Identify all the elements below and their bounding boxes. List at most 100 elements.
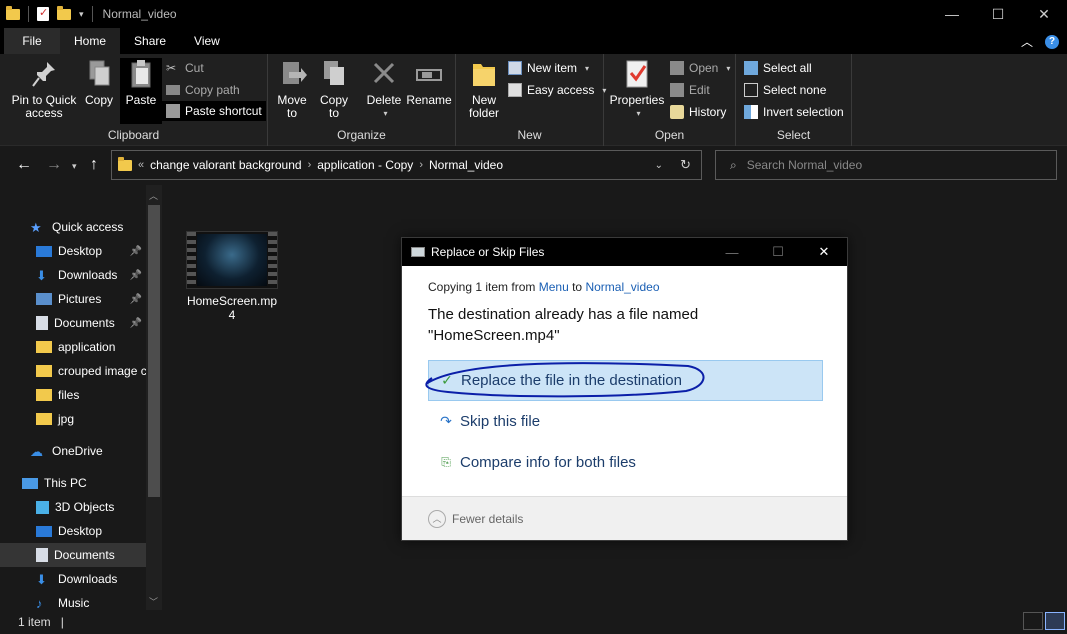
compare-option[interactable]: ⎘ Compare info for both files: [428, 442, 823, 483]
sidebar-item-label: Quick access: [52, 220, 124, 234]
sidebar-item[interactable]: ☁ OneDrive: [0, 439, 146, 463]
overflow-icon[interactable]: «: [138, 159, 144, 171]
move-to-label-line2: to: [286, 106, 297, 120]
breadcrumb-2[interactable]: Normal_video: [429, 158, 503, 172]
open-dropdown-icon: ▾: [726, 63, 731, 73]
pin-to-quick-access-button[interactable]: Pin to Quick access: [10, 58, 78, 120]
sidebar-item[interactable]: Desktop: [0, 519, 146, 543]
move-to-button[interactable]: Move to: [274, 58, 310, 120]
select-all-label: Select all: [763, 61, 812, 75]
dialog-maximize-button[interactable]: ☐: [755, 238, 801, 266]
paste-shortcut-label: Paste shortcut: [185, 104, 262, 118]
chevron-up-icon[interactable]: ︿: [428, 509, 446, 528]
organize-group-label: Organize: [337, 128, 386, 142]
address-dropdown-icon[interactable]: ⌄: [655, 160, 663, 171]
tab-file[interactable]: File: [4, 28, 60, 54]
customize-toolbar-icon[interactable]: ▾: [79, 9, 84, 20]
breadcrumb-0[interactable]: change valorant background: [150, 158, 301, 172]
minimize-button[interactable]: —: [929, 0, 975, 28]
skip-option[interactable]: ↷ Skip this file: [428, 401, 823, 442]
up-arrow-icon[interactable]: ↑: [90, 156, 98, 174]
scrollbar-thumb[interactable]: [148, 205, 160, 497]
refresh-icon[interactable]: ↻: [680, 157, 691, 173]
copy-to-button[interactable]: Copy to: [316, 58, 352, 120]
cube-icon: [36, 500, 49, 514]
edit-label: Edit: [689, 83, 710, 97]
open-group-label: Open: [654, 128, 685, 142]
search-icon: ⌕: [730, 157, 737, 172]
new-item-button[interactable]: New item ▾: [508, 58, 589, 78]
paste-button[interactable]: Paste: [120, 58, 162, 124]
quick-access-toolbar: ▾: [0, 5, 93, 22]
folder-icon: [36, 365, 52, 377]
address-bar[interactable]: « change valorant background › applicati…: [111, 150, 702, 180]
edit-button[interactable]: Edit: [670, 80, 710, 100]
navigation-scrollbar[interactable]: ︿ ﹀: [146, 185, 162, 610]
breadcrumb-1[interactable]: application - Copy: [317, 158, 413, 172]
sidebar-item[interactable]: This PC: [0, 471, 146, 495]
destination-link[interactable]: Normal_video: [585, 280, 659, 294]
sidebar-item[interactable]: files: [0, 383, 146, 407]
sidebar-item[interactable]: Desktop 📌: [0, 239, 146, 263]
copy-button[interactable]: Copy: [82, 58, 116, 107]
chevron-right-icon[interactable]: ›: [419, 159, 423, 171]
sidebar-item[interactable]: application: [0, 335, 146, 359]
close-button[interactable]: ✕: [1021, 0, 1067, 28]
select-all-button[interactable]: Select all: [744, 58, 812, 78]
organize-group: Move to Copy to Delete ▾ Rename Organize: [268, 54, 456, 146]
rename-button[interactable]: Rename: [406, 58, 452, 107]
delete-icon: [369, 58, 399, 90]
select-none-button[interactable]: Select none: [744, 80, 826, 100]
replace-option[interactable]: ✓ Replace the file in the destination: [428, 360, 823, 401]
copy-path-button[interactable]: Copy path: [166, 80, 240, 100]
invert-selection-label: Invert selection: [763, 105, 844, 119]
history-button[interactable]: History: [670, 102, 726, 122]
dialog-minimize-button[interactable]: —: [709, 238, 755, 266]
sidebar-item[interactable]: ⬇ Downloads 📌: [0, 263, 146, 287]
sidebar-item[interactable]: Documents 📌: [0, 311, 146, 335]
sidebar-item[interactable]: ⬇ Downloads: [0, 567, 146, 591]
sidebar-item[interactable]: 3D Objects: [0, 495, 146, 519]
open-group: Properties ▾ Open ▾ Edit History Open: [604, 54, 736, 146]
large-icons-view-icon[interactable]: [1045, 612, 1065, 630]
search-input[interactable]: ⌕ Search Normal_video: [715, 150, 1057, 180]
delete-button[interactable]: Delete ▾: [364, 58, 404, 120]
sidebar-item[interactable]: Pictures 📌: [0, 287, 146, 311]
back-arrow-icon[interactable]: ←: [16, 156, 32, 174]
details-view-icon[interactable]: [1023, 612, 1043, 630]
new-folder-icon[interactable]: [57, 5, 71, 20]
easy-access-label: Easy access: [527, 83, 595, 97]
help-icon[interactable]: ?: [1045, 34, 1059, 49]
invert-selection-button[interactable]: Invert selection: [744, 102, 844, 122]
scroll-down-icon[interactable]: ﹀: [149, 595, 158, 608]
tab-view[interactable]: View: [180, 28, 234, 54]
tab-share[interactable]: Share: [120, 28, 180, 54]
source-link[interactable]: Menu: [539, 280, 569, 294]
sidebar-item[interactable]: crouped image c: [0, 359, 146, 383]
maximize-button[interactable]: ☐: [975, 0, 1021, 28]
chevron-right-icon[interactable]: ›: [308, 159, 312, 171]
new-folder-button[interactable]: New folder: [462, 58, 506, 120]
sidebar-item[interactable]: jpg: [0, 407, 146, 431]
paste-shortcut-button[interactable]: Paste shortcut: [162, 101, 266, 121]
forward-arrow-icon[interactable]: →: [46, 156, 62, 174]
conflict-message-line2: "HomeScreen.mp4": [428, 327, 560, 344]
open-button[interactable]: Open ▾: [670, 58, 730, 78]
tab-home[interactable]: Home: [60, 28, 121, 54]
scroll-up-icon[interactable]: ︿: [149, 189, 158, 202]
sidebar-item[interactable]: ★ Quick access: [0, 215, 146, 239]
dialog-close-button[interactable]: ✕: [801, 238, 847, 266]
rename-label: Rename: [406, 93, 452, 107]
properties-button[interactable]: Properties ▾: [608, 58, 666, 120]
fewer-details-link[interactable]: Fewer details: [452, 512, 523, 526]
easy-access-button[interactable]: Easy access ▾: [508, 80, 606, 100]
cut-button[interactable]: ✂ Cut: [166, 58, 204, 78]
recent-locations-icon[interactable]: ▾: [72, 161, 77, 172]
collapse-ribbon-icon[interactable]: ︿: [1021, 33, 1033, 50]
move-to-icon: [277, 58, 307, 90]
to-word: to: [572, 280, 583, 294]
file-item[interactable]: HomeScreen.mp4: [184, 231, 280, 322]
new-item-label: New item: [527, 61, 578, 75]
properties-icon[interactable]: [37, 6, 49, 21]
sidebar-item[interactable]: Documents: [0, 543, 146, 567]
